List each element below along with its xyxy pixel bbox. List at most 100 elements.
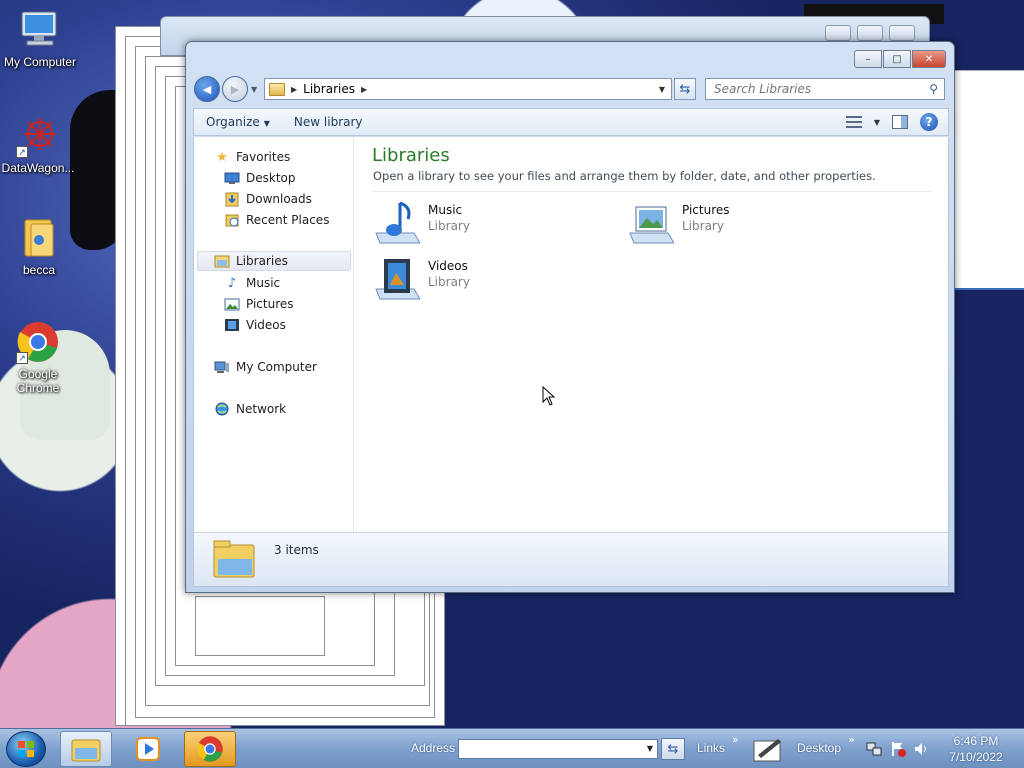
nav-favorites[interactable]: ★ Favorites [214,147,290,167]
nav-videos[interactable]: Videos [224,315,286,335]
minimize-button[interactable]: – [854,50,882,68]
new-library-button[interactable]: New library [282,115,375,129]
nav-label: Network [236,402,287,416]
nav-network[interactable]: Network [214,399,286,419]
star-icon: ★ [216,149,228,165]
help-button[interactable]: ? [920,113,938,131]
film-icon [224,317,240,333]
desktop-icon-becca[interactable]: becca [0,216,79,277]
library-view: Libraries Open a library to see your fil… [364,137,948,532]
breadcrumb-libraries[interactable]: Libraries [303,82,355,96]
pictures-icon [224,296,240,312]
refresh-icon: ⇆ [679,81,691,97]
system-clock[interactable]: 6:46 PM 7/10/2022 [940,733,1012,765]
library-item-videos[interactable]: Videos Library [374,255,470,301]
folder-icon [17,216,61,260]
desktop-icon-my-computer[interactable]: My Computer [0,8,80,69]
nav-downloads[interactable]: Downloads [224,189,312,209]
minimize-icon [825,25,851,41]
breadcrumb-separator-icon[interactable]: ▶ [291,85,297,94]
clock-date: 7/10/2022 [949,750,1003,764]
library-item-name: Videos [428,259,468,273]
mouse-cursor-icon [542,386,556,406]
shortcut-arrow-icon: ↗ [16,146,28,158]
library-item-type: Library [428,275,470,289]
explorer-window: – □ ✕ ◀ ▶ ▼ ▶ Libraries ▶ ▼ ⇆ ⚲ Organize… [185,41,955,593]
forward-button[interactable]: ▶ [222,76,248,102]
taskbar-chrome-button[interactable] [184,731,236,767]
close-button[interactable]: ✕ [912,50,946,68]
library-item-name: Music [428,203,463,217]
taskbar-address-input[interactable] [459,740,639,758]
address-bar[interactable]: ▶ Libraries ▶ ▼ [264,78,672,100]
search-icon[interactable]: ⚲ [929,82,938,96]
divider [372,191,932,192]
shortcut-arrow-icon: ↗ [16,352,28,364]
address-history-dropdown[interactable]: ▼ [659,85,665,94]
taskbar-address-field[interactable]: ▼ [458,739,658,759]
nav-my-computer[interactable]: My Computer [214,357,317,377]
nav-music[interactable]: ♪ Music [224,273,280,293]
forward-arrow-icon: ▶ [230,82,240,96]
library-item-music[interactable]: Music Library [374,199,470,245]
desktop-icon-google-chrome[interactable]: ↗ Google Chrome [0,320,78,395]
videos-library-icon [374,255,421,301]
address-go-button[interactable]: ⇆ [661,738,685,760]
nav-label: Recent Places [246,213,330,227]
desktop-toolbar-label[interactable]: Desktop [797,741,841,755]
background-window [950,70,1024,290]
libraries-folder-icon [212,539,258,579]
page-description: Open a library to see your files and arr… [373,169,876,183]
network-icon [214,401,230,417]
desktop-icon-label: Google Chrome [16,367,60,395]
downloads-icon [224,191,240,207]
chevron-down-icon[interactable]: ▼ [647,744,653,753]
taskbar-media-player-button[interactable] [122,731,174,767]
links-chevron-icon[interactable]: » [732,733,739,746]
nav-libraries[interactable]: Libraries [197,251,351,271]
back-button[interactable]: ◀ [194,76,220,102]
desktop-icon-label: My Computer [3,55,77,69]
nav-label: Desktop [246,171,296,185]
library-item-pictures[interactable]: Pictures Library [628,199,730,245]
taskbar-explorer-button[interactable] [60,731,112,767]
desktop-icon-datawagon[interactable]: ↗ DataWagon... [0,114,78,175]
library-item-type: Library [682,219,724,233]
page-title: Libraries [372,145,450,166]
nav-pictures[interactable]: Pictures [224,294,294,314]
search-input[interactable] [714,82,914,96]
desktop-chevron-icon[interactable]: » [848,733,855,746]
desktop-icon-label: becca [22,263,56,277]
network-tray-icon[interactable] [866,741,882,757]
breadcrumb-separator-icon[interactable]: ▶ [361,85,367,94]
chrome-icon [197,736,223,762]
start-button[interactable] [6,731,46,767]
nav-desktop[interactable]: Desktop [224,168,296,188]
volume-icon[interactable] [913,741,929,757]
folder-icon [71,739,101,762]
pen-notepad-icon[interactable] [752,735,784,763]
nav-label: Pictures [246,297,294,311]
organize-label: Organize [206,115,260,129]
search-box[interactable]: ⚲ [705,78,945,100]
chrome-icon: ↗ [16,320,60,364]
maximize-button[interactable]: □ [883,50,911,68]
nav-recent-places[interactable]: Recent Places [224,210,329,230]
taskbar: Address ▼ ⇆ Links » Desktop » 6:46 PM 7/… [0,728,1024,768]
clock-time: 6:46 PM [953,734,999,748]
maximize-icon [857,25,883,41]
recent-pages-dropdown[interactable]: ▼ [251,85,257,94]
organize-button[interactable]: Organize ▼ [194,115,282,129]
links-toolbar-label[interactable]: Links [697,741,725,755]
music-note-icon: ♪ [227,275,237,291]
view-options-dropdown[interactable]: ▼ [874,118,880,127]
address-toolbar-label: Address [411,741,456,755]
command-bar: Organize ▼ New library ▼ ? [193,108,949,136]
close-icon [889,25,915,41]
refresh-button[interactable]: ⇆ [674,78,696,100]
chevron-down-icon: ▼ [263,119,270,128]
change-view-icon[interactable] [845,115,862,129]
pictures-library-icon [628,199,675,245]
action-center-flag-icon[interactable] [890,741,906,757]
preview-pane-icon[interactable] [892,115,908,129]
